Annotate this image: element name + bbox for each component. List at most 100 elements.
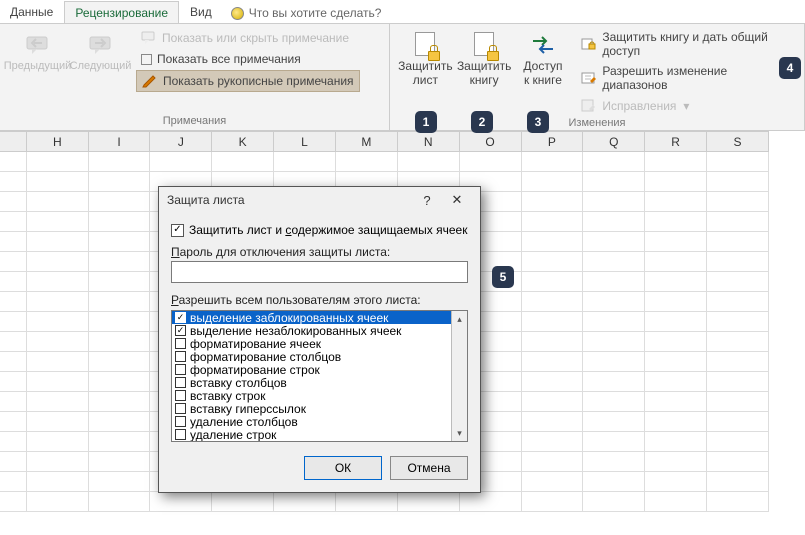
permission-checkbox[interactable] [175,429,186,440]
cell[interactable] [0,152,26,172]
cell[interactable] [583,152,645,172]
cell[interactable] [0,412,26,432]
cell[interactable] [88,292,150,312]
cell[interactable] [0,192,26,212]
help-button[interactable]: ? [412,193,442,208]
cell[interactable] [26,212,88,232]
cell[interactable] [521,312,583,332]
cell[interactable] [0,172,26,192]
permission-item[interactable]: форматирование ячеек [172,337,451,350]
cell[interactable] [521,152,583,172]
cell[interactable] [0,392,26,412]
cell[interactable] [707,152,769,172]
column-header[interactable]: J [150,132,212,152]
cell[interactable] [707,312,769,332]
cell[interactable] [521,412,583,432]
cell[interactable] [26,352,88,372]
cell[interactable] [26,452,88,472]
cell[interactable] [707,472,769,492]
cell[interactable] [88,272,150,292]
cell[interactable] [707,412,769,432]
cell[interactable] [521,492,583,512]
cell[interactable] [521,392,583,412]
protect-contents-checkbox-row[interactable]: Защитить лист и содержимое защищаемых яч… [171,223,468,237]
cell[interactable] [26,392,88,412]
cell[interactable] [521,212,583,232]
permission-checkbox[interactable] [175,364,186,375]
cell[interactable] [26,292,88,312]
show-all-comments-button[interactable]: Показать все примечания [136,50,360,68]
cell[interactable] [88,172,150,192]
cell[interactable] [26,332,88,352]
scroll-down-button[interactable]: ▾ [452,425,467,441]
cell[interactable] [707,192,769,212]
permission-item[interactable]: вставку гиперссылок [172,402,451,415]
cell[interactable] [583,472,645,492]
protect-contents-checkbox[interactable] [171,224,184,237]
cell[interactable] [583,292,645,312]
cell[interactable] [645,492,707,512]
cell[interactable] [645,192,707,212]
cell[interactable] [459,492,521,512]
cell[interactable] [88,492,150,512]
password-input[interactable] [171,261,468,283]
cell[interactable] [707,292,769,312]
cell[interactable] [274,152,336,172]
permission-checkbox[interactable] [175,312,186,323]
cell[interactable] [88,372,150,392]
cancel-button[interactable]: Отмена [390,456,468,480]
tell-me[interactable]: Что вы хотите сделать? [223,3,390,23]
cell[interactable] [583,392,645,412]
cell[interactable] [212,152,274,172]
permission-checkbox[interactable] [175,403,186,414]
cell[interactable] [88,452,150,472]
cell[interactable] [583,212,645,232]
permission-item[interactable]: вставку строк [172,389,451,402]
cell[interactable] [0,452,26,472]
cell[interactable] [521,272,583,292]
column-header[interactable]: R [645,132,707,152]
column-header[interactable]: K [212,132,274,152]
cell[interactable] [645,272,707,292]
cell[interactable] [645,232,707,252]
column-header[interactable]: N [397,132,459,152]
cell[interactable] [26,432,88,452]
cell[interactable] [88,332,150,352]
close-button[interactable]: ✕ [442,192,472,208]
cell[interactable] [645,332,707,352]
cell[interactable] [645,392,707,412]
cell[interactable] [707,372,769,392]
cell[interactable] [26,492,88,512]
cell[interactable] [0,312,26,332]
cell[interactable] [0,212,26,232]
permission-checkbox[interactable] [175,338,186,349]
cell[interactable] [583,312,645,332]
cell[interactable] [645,152,707,172]
protect-and-share-button[interactable]: Защитить книгу и дать общий доступ [576,28,798,60]
cell[interactable] [707,252,769,272]
cell[interactable] [521,192,583,212]
cell[interactable] [583,412,645,432]
cell[interactable] [707,272,769,292]
cell[interactable] [707,232,769,252]
cell[interactable] [0,332,26,352]
cell[interactable] [521,452,583,472]
cell[interactable] [645,292,707,312]
cell[interactable] [645,312,707,332]
permission-item[interactable]: выделение незаблокированных ячеек [172,324,451,337]
column-header[interactable]: G [0,132,26,152]
cell[interactable] [645,212,707,232]
cell[interactable] [26,152,88,172]
permission-checkbox[interactable] [175,325,186,336]
cell[interactable] [583,252,645,272]
cell[interactable] [583,272,645,292]
cell[interactable] [150,152,212,172]
cell[interactable] [645,352,707,372]
cell[interactable] [0,492,26,512]
cell[interactable] [707,432,769,452]
scroll-track[interactable] [452,327,467,425]
cell[interactable] [521,472,583,492]
protect-sheet-button[interactable]: Защититьлист [396,28,455,116]
cell[interactable] [0,272,26,292]
cell[interactable] [88,392,150,412]
